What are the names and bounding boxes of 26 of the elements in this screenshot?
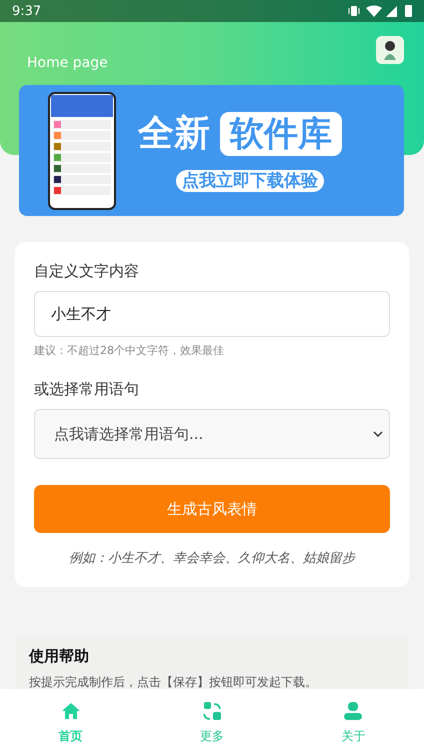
- status-time: 9:37: [12, 4, 42, 18]
- tab-item[interactable]: 首页: [0, 689, 142, 755]
- promo-banner[interactable]: 全新 软件库 点我立即下载体验: [19, 85, 404, 216]
- field-label: 或选择常用语句: [34, 380, 140, 399]
- tab-item[interactable]: 更多: [141, 689, 283, 755]
- page-title: Home page: [27, 55, 108, 71]
- help-title: 使用帮助: [29, 647, 90, 666]
- signal-icon: [386, 6, 397, 16]
- hint-text: 建议：不超过28个中文字符，效果最佳: [34, 343, 225, 358]
- chevron-down-icon: [373, 431, 383, 437]
- battery-icon: [405, 5, 412, 17]
- about-icon: [342, 700, 364, 722]
- example-text: 例如：小生不才、幸会幸会、久仰大名、姑娘留步: [68, 550, 357, 567]
- banner-highlight: 软件库: [220, 112, 342, 156]
- tab-item[interactable]: 关于: [282, 689, 424, 755]
- field-label: 自定义文字内容: [34, 262, 140, 281]
- avatar-icon[interactable]: [376, 36, 404, 64]
- vibrate-icon: [348, 5, 360, 17]
- banner-headline: 全新: [138, 112, 210, 156]
- generate-button[interactable]: 生成古风表情: [34, 485, 390, 533]
- more-icon: [200, 700, 223, 722]
- wifi-icon: [366, 5, 382, 17]
- phrase-dropdown[interactable]: 点我请选择常用语句...: [34, 409, 390, 459]
- help-text: 按提示完成制作后，点击【保存】按钮即可发起下载。: [29, 674, 318, 691]
- download-cta[interactable]: 点我立即下载体验: [176, 170, 324, 192]
- text-input[interactable]: 小生不才: [34, 291, 390, 337]
